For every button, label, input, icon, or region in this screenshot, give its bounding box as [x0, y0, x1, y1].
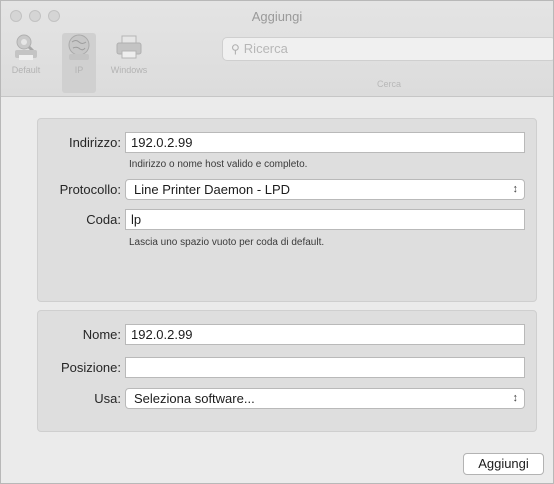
protocol-value: Line Printer Daemon - LPD — [134, 182, 291, 197]
name-field[interactable]: 192.0.2.99 — [125, 324, 525, 345]
protocol-popup[interactable]: Line Printer Daemon - LPD ↕ — [125, 179, 525, 200]
window-title: Aggiungi — [251, 9, 303, 24]
toolbar-item-windows[interactable]: Windows — [104, 33, 154, 93]
default-printer-icon — [15, 34, 37, 60]
use-label: Usa: — [94, 391, 121, 406]
address-label: Indirizzo: — [68, 135, 121, 150]
location-field[interactable] — [125, 357, 525, 378]
use-value: Seleziona software... — [134, 391, 255, 406]
windows-printer-icon — [116, 35, 142, 59]
queue-hint: Lascia uno spazio vuoto per coda di defa… — [129, 237, 325, 248]
toolbar-item-ip-label: IP — [74, 65, 84, 75]
search-icon: ⚲ — [231, 42, 240, 56]
updown-chevron-icon: ↕ — [512, 392, 519, 404]
protocol-label: Protocollo: — [59, 182, 121, 197]
toolbar-item-windows-label: Windows — [110, 65, 148, 75]
address-hint: Indirizzo o nome host valido e completo. — [129, 159, 308, 170]
add-button[interactable]: Aggiungi — [463, 453, 544, 475]
name-label: Nome: — [82, 327, 121, 342]
updown-chevron-icon: ↕ — [512, 183, 519, 195]
toolbar-item-ip[interactable]: IP — [62, 33, 96, 93]
toolbar: Aggiungi Default IP Windows ⚲ Ricerca Ce… — [1, 1, 553, 97]
search-placeholder: Ricerca — [243, 41, 288, 56]
search-field[interactable]: ⚲ Ricerca — [222, 37, 553, 61]
add-printer-window: Aggiungi Default IP Windows ⚲ Ricerca Ce… — [0, 0, 554, 484]
globe-icon — [68, 34, 90, 60]
location-label: Posizione: — [61, 360, 121, 375]
toolbar-item-default-label: Default — [11, 65, 41, 75]
queue-field[interactable]: lp — [125, 209, 525, 230]
queue-label: Coda: — [86, 212, 121, 227]
address-field[interactable]: 192.0.2.99 — [125, 132, 525, 153]
use-software-popup[interactable]: Seleziona software... ↕ — [125, 388, 525, 409]
toolbar-item-default[interactable]: Default — [5, 33, 47, 93]
search-label: Cerca — [376, 79, 401, 89]
